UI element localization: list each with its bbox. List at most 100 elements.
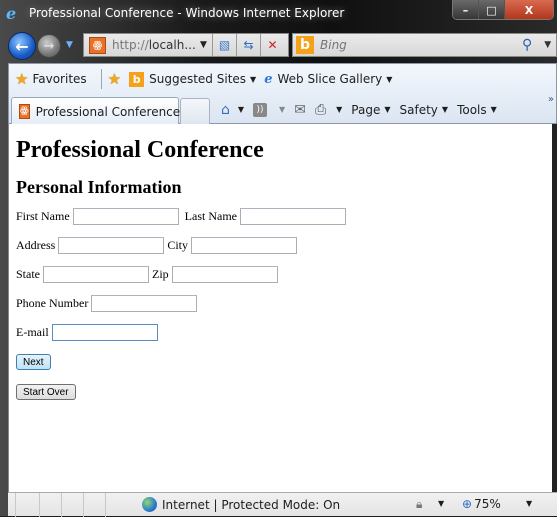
favorites-label: Favorites xyxy=(32,72,87,86)
search-options-dropdown[interactable]: ▼ xyxy=(544,40,551,50)
close-button[interactable]: X xyxy=(505,0,553,19)
chevron-down-icon[interactable]: ▼ xyxy=(438,499,444,508)
start-over-row: Start Over xyxy=(16,384,352,413)
more-commands-icon[interactable]: » xyxy=(548,94,554,105)
phone-label: Phone Number xyxy=(16,296,89,310)
new-tab-button[interactable] xyxy=(180,98,210,124)
minimize-button[interactable]: – xyxy=(453,0,479,19)
first-name-label: First Name xyxy=(16,209,70,223)
mail-icon: ✉ xyxy=(294,101,306,118)
bing-icon: b xyxy=(296,36,314,54)
stop-icon: ✕ xyxy=(267,38,278,52)
address-url[interactable]: http://localh... xyxy=(112,38,198,52)
forward-button[interactable]: → xyxy=(37,34,61,58)
compatibility-view-button[interactable]: ▧ xyxy=(212,34,236,56)
maximize-button[interactable]: □ xyxy=(479,0,505,19)
address-row: Address City xyxy=(16,237,352,266)
site-favicon-icon: ꙮ xyxy=(89,36,106,54)
page-title: Professional Conference xyxy=(16,137,264,163)
ie-icon: e xyxy=(264,71,273,87)
web-slice-gallery-link[interactable]: e Web Slice Gallery ▼ xyxy=(264,72,392,87)
rss-icon: )) xyxy=(253,102,268,117)
phone-field[interactable] xyxy=(91,295,198,312)
browser-window: e Professional Conference - Windows Inte… xyxy=(0,0,557,517)
back-arrow-icon: ← xyxy=(15,36,29,56)
city-label: City xyxy=(167,238,188,252)
home-button[interactable]: ⌂ ▼ xyxy=(221,102,244,118)
feeds-button[interactable]: )) ▼ xyxy=(253,102,285,117)
address-bar[interactable]: ꙮ http://localh... ▼ ▧ ⇆ ✕ xyxy=(83,33,289,57)
last-name-field[interactable] xyxy=(239,208,346,225)
globe-icon xyxy=(142,497,157,512)
title-bar: e Professional Conference - Windows Inte… xyxy=(0,0,557,30)
state-label: State xyxy=(16,267,40,281)
stop-button[interactable]: ✕ xyxy=(260,34,284,56)
section-heading: Personal Information xyxy=(16,177,182,197)
address-field[interactable] xyxy=(58,237,165,254)
command-bar: ⌂ ▼ )) ▼ ✉ ⎙ ▼ Page ▼ Safety ▼ Tools ▼ xyxy=(221,94,506,125)
safety-menu[interactable]: Safety ▼ xyxy=(400,103,449,117)
email-field[interactable] xyxy=(51,324,158,341)
printer-icon: ⎙ xyxy=(314,101,327,118)
favorites-bar: ★ Favorites ★ b Suggested Sites ▼ e Web … xyxy=(9,64,557,94)
site-favicon-icon: ꙮ xyxy=(19,104,30,119)
suggested-sites-link[interactable]: b Suggested Sites ▼ xyxy=(129,71,256,87)
web-slice-gallery-label: Web Slice Gallery xyxy=(277,72,383,86)
zone-text: Internet | Protected Mode: On xyxy=(162,497,341,512)
navigation-bar: ← → ▼ ꙮ http://localh... ▼ ▧ ⇆ ✕ b ⚲ ▼ xyxy=(0,30,557,63)
window-border xyxy=(552,124,557,492)
chevron-down-icon: ▼ xyxy=(237,105,245,114)
state-zip-row: State Zip xyxy=(16,266,352,295)
tab-row: ꙮ Professional Conference ⌂ ▼ )) ▼ ✉ ⎙ ▼ Pa… xyxy=(9,94,557,125)
star-icon: ★ xyxy=(15,70,29,88)
chevron-down-icon: ▼ xyxy=(384,105,391,114)
email-label: E-mail xyxy=(16,325,49,339)
status-cell xyxy=(8,493,16,517)
address-protocol: http:// xyxy=(112,38,149,52)
address-dropdown-icon[interactable]: ▼ xyxy=(200,40,212,50)
bing-icon: b xyxy=(129,71,145,87)
window-title: Professional Conference - Windows Intern… xyxy=(29,6,345,20)
zip-field[interactable] xyxy=(171,266,278,283)
window-controls: – □ X xyxy=(452,0,554,20)
zoom-dropdown-icon[interactable]: ▼ xyxy=(526,499,532,508)
security-zone[interactable]: Internet | Protected Mode: On xyxy=(142,497,340,512)
recent-pages-dropdown[interactable]: ▼ xyxy=(66,40,73,50)
tab-professional-conference[interactable]: ꙮ Professional Conference xyxy=(11,97,180,125)
zoom-level[interactable]: ⊕ 75% xyxy=(462,497,501,511)
city-field[interactable] xyxy=(191,237,297,254)
page-menu-label: Page xyxy=(351,102,381,117)
compatibility-view-icon: ▧ xyxy=(218,38,231,52)
forward-arrow-icon: → xyxy=(43,38,55,54)
status-cell xyxy=(84,493,106,517)
next-button[interactable]: Next xyxy=(16,354,51,370)
chevron-down-icon: ▼ xyxy=(336,105,343,114)
status-cell xyxy=(62,493,84,517)
page-menu[interactable]: Page ▼ xyxy=(351,103,390,117)
ie-logo-icon: e xyxy=(6,4,17,23)
favorites-button[interactable]: ★ Favorites xyxy=(15,70,87,88)
tools-menu[interactable]: Tools ▼ xyxy=(457,103,497,117)
state-field[interactable] xyxy=(43,266,149,283)
chevron-down-icon: ▼ xyxy=(490,105,497,114)
start-over-button[interactable]: Start Over xyxy=(16,384,76,400)
zoom-icon: ⊕ xyxy=(462,497,473,511)
refresh-button[interactable]: ⇆ xyxy=(236,34,260,56)
back-button[interactable]: ← xyxy=(8,32,36,60)
address-label: Address xyxy=(16,238,56,252)
security-lock-icon[interactable]: 🔒︎ xyxy=(416,497,422,512)
page-viewport: Professional Conference Personal Informa… xyxy=(8,124,552,492)
next-row: Next xyxy=(16,354,352,384)
print-button[interactable]: ⎙ ▼ xyxy=(315,102,342,118)
status-bar: Internet | Protected Mode: On 🔒︎ ▼ ⊕ 75%… xyxy=(8,492,557,517)
chevron-down-icon: ▼ xyxy=(441,105,449,114)
read-mail-button[interactable]: ✉ xyxy=(294,102,306,118)
first-name-field[interactable] xyxy=(72,208,179,225)
add-to-favorites-bar-button[interactable]: ★ xyxy=(108,70,121,88)
toolbar-area: ★ Favorites ★ b Suggested Sites ▼ e Web … xyxy=(8,63,557,125)
search-box[interactable]: b ⚲ ▼ xyxy=(292,33,557,57)
refresh-icon: ⇆ xyxy=(243,38,254,52)
address-host: localh... xyxy=(148,38,196,52)
search-icon[interactable]: ⚲ xyxy=(522,37,532,53)
search-input[interactable] xyxy=(320,38,520,52)
